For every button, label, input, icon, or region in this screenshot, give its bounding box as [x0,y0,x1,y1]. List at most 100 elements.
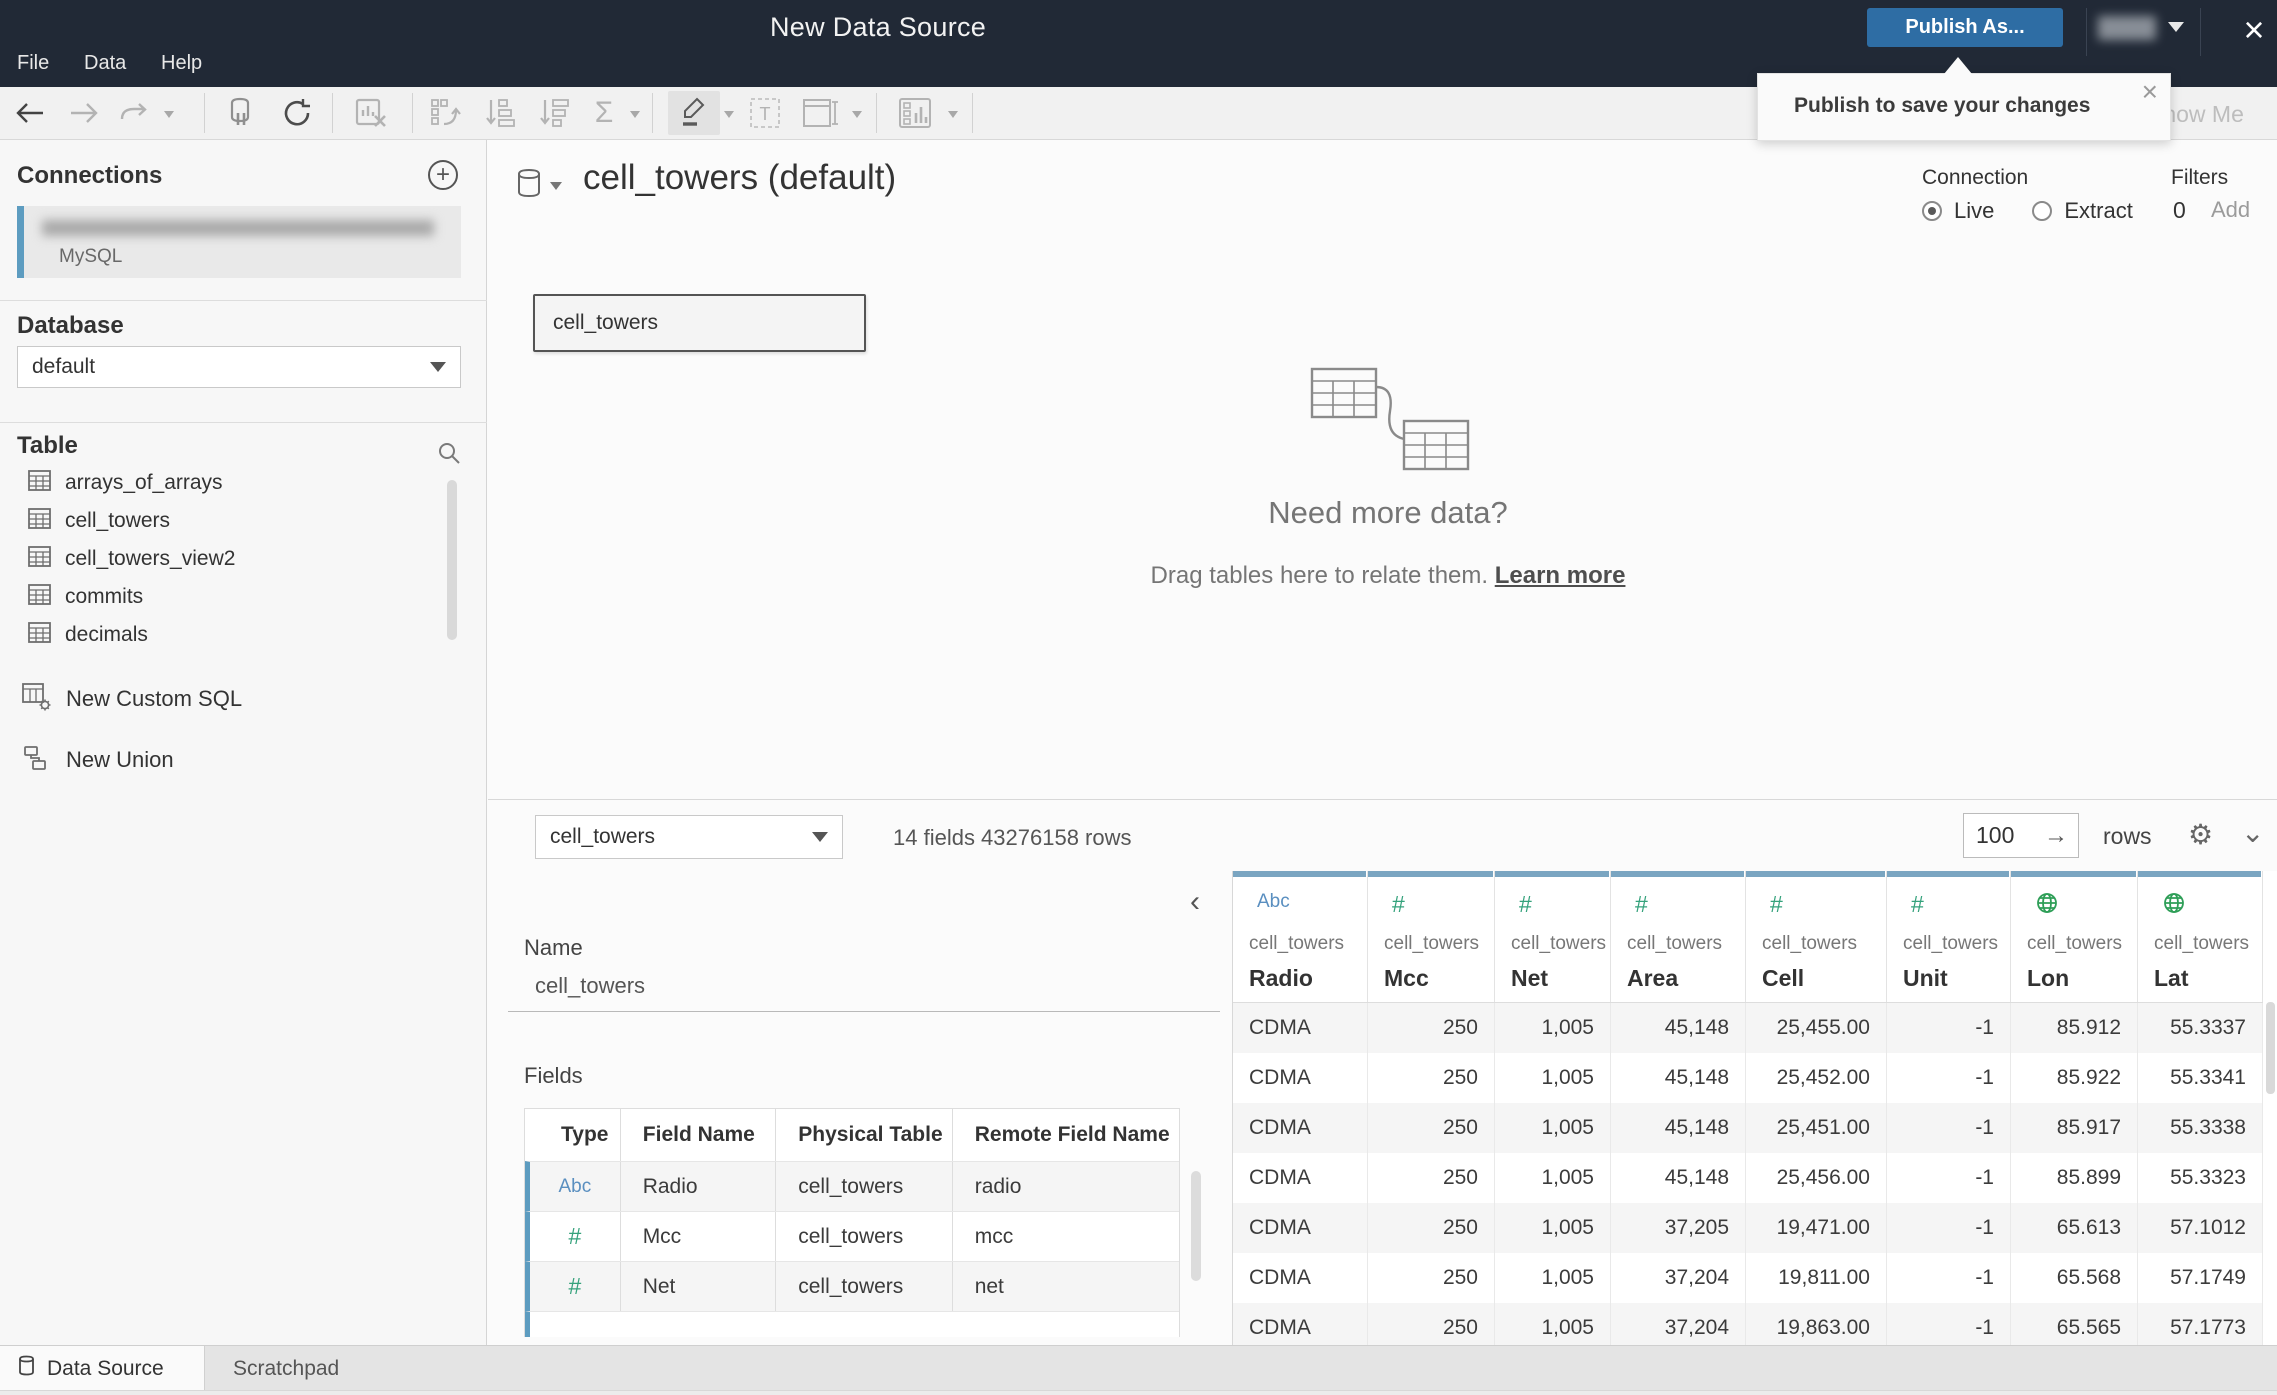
table-list-item[interactable]: commits [0,578,440,616]
datasource-caret-icon[interactable] [550,182,562,190]
sort-ascending-icon[interactable] [476,87,522,139]
column-accent-bar [1495,871,1609,877]
grid-column-header-lat[interactable]: cell_towers Lat [2138,871,2263,1002]
grid-cell: 250 [1368,1053,1495,1103]
sheet-tab-bar: Data Source Scratchpad [0,1345,2277,1391]
window-close-icon[interactable]: × [2232,6,2276,54]
grid-column-header-unit[interactable]: # cell_towers Unit [1887,871,2011,1002]
grid-cell: CDMA [1233,1303,1368,1345]
show-me-caret-icon[interactable] [948,111,958,118]
totals-icon[interactable]: Σ [582,87,626,139]
fields-row[interactable]: # Net cell_towers net [525,1261,1179,1311]
publish-tooltip: Publish to save your changes × [1757,73,2171,141]
fit-icon[interactable] [796,87,846,139]
menu-file[interactable]: File [17,52,49,75]
chevron-down-icon [812,832,828,842]
highlight-icon[interactable] [668,91,720,135]
table-list-item[interactable]: cell_towers_view2 [0,540,440,578]
refresh-icon[interactable] [274,87,320,139]
fields-row[interactable]: # Mcc cell_towers mcc [525,1211,1179,1261]
grid-row[interactable]: CDMA 250 1,005 37,205 19,471.00 -1 65.613 57.10… [1233,1203,2263,1253]
apply-row-count-icon[interactable]: → [2044,822,2068,850]
reset-icon[interactable] [112,87,156,139]
highlight-caret-icon[interactable] [724,111,734,118]
tab-data-source[interactable]: Data Source [0,1346,205,1391]
grid-cell: 1,005 [1495,1003,1611,1053]
menu-data[interactable]: Data [84,52,126,75]
topbar-separator [2200,8,2201,56]
totals-caret-icon[interactable] [630,111,640,118]
name-value[interactable]: cell_towers [535,973,645,999]
pause-updates-icon[interactable] [218,87,264,139]
grid-column-header-net[interactable]: # cell_towers Net [1495,871,1611,1002]
reset-caret-icon[interactable] [164,111,174,118]
tooltip-arrow [1944,57,1972,74]
fit-caret-icon[interactable] [852,111,862,118]
grid-column-header-radio[interactable]: Abc cell_towers Radio [1233,871,1368,1002]
user-menu-caret-icon[interactable] [2168,22,2184,32]
connection-item[interactable]: MySQL [17,206,461,278]
fields-scrollbar-thumb[interactable] [1191,1171,1201,1281]
table-list-item[interactable]: arrays_of_arrays [0,464,440,502]
radio-live[interactable] [1922,201,1942,221]
database-select[interactable]: default [17,346,461,388]
learn-more-link[interactable]: Learn more [1495,562,1626,589]
radio-extract-label[interactable]: Extract [2064,198,2132,224]
grid-cell: 1,005 [1495,1053,1611,1103]
collapse-preview-icon[interactable]: ⌄ [2241,816,2264,849]
fields-row-partial[interactable] [525,1311,1179,1337]
tab-scratchpad[interactable]: Scratchpad [205,1346,470,1391]
row-count-input[interactable]: 100 → [1963,813,2079,858]
text-label-icon[interactable]: T [742,87,788,139]
table-list-item[interactable]: decimals [0,616,440,654]
grid-column-header-mcc[interactable]: # cell_towers Mcc [1368,871,1495,1002]
grid-cell: 57.1012 [2138,1203,2263,1253]
grid-cell: 55.3337 [2138,1003,2263,1053]
column-source: cell_towers [1903,933,1999,954]
table-list-item[interactable]: cell_towers [0,502,440,540]
swap-rows-columns-icon[interactable] [424,87,470,139]
radio-live-label[interactable]: Live [1954,198,1994,224]
grid-cell: 1,005 [1495,1103,1611,1153]
column-name: Area [1627,965,1679,991]
grid-cell: 55.3338 [2138,1103,2263,1153]
sidebar-scrollbar-thumb[interactable] [447,480,457,640]
grid-row[interactable]: CDMA 250 1,005 45,148 25,451.00 -1 85.917 55.33… [1233,1103,2263,1153]
tab-data-source-label: Data Source [47,1356,164,1380]
back-icon[interactable] [8,87,52,139]
add-connection-icon[interactable]: + [428,160,458,190]
grid-row[interactable]: CDMA 250 1,005 37,204 19,811.00 -1 65.568 57.17… [1233,1253,2263,1303]
radio-extract[interactable] [2032,201,2053,221]
tooltip-close-icon[interactable]: × [2142,76,2158,108]
number-type-icon: # [1635,891,1648,917]
grid-row[interactable]: CDMA 250 1,005 45,148 25,452.00 -1 85.922 55.33… [1233,1053,2263,1103]
grid-column-header-area[interactable]: # cell_towers Area [1611,871,1746,1002]
datasource-db-icon[interactable] [516,168,542,205]
grid-row[interactable]: CDMA 250 1,005 45,148 25,456.00 -1 85.899 55.33… [1233,1153,2263,1203]
menu-help[interactable]: Help [161,52,202,75]
table-picker-select[interactable]: cell_towers [535,815,843,859]
filters-add-button[interactable]: Add [2211,197,2250,223]
table-item-label: decimals [65,623,148,646]
filters-label: Filters [2171,166,2229,189]
collapse-panel-icon[interactable]: ‹ [1190,885,1200,919]
gear-icon[interactable]: ⚙ [2188,818,2213,851]
grid-vertical-scrollbar-thumb[interactable] [2266,1002,2275,1094]
publish-as-button[interactable]: Publish As... [1867,8,2063,47]
logical-table-node[interactable]: cell_towers [533,294,866,352]
grid-column-header-lon[interactable]: cell_towers Lon [2011,871,2138,1002]
sort-descending-icon[interactable] [530,87,576,139]
forward-icon[interactable] [62,87,106,139]
user-account-chip[interactable] [2098,16,2156,40]
clear-sheet-icon[interactable] [348,87,394,139]
grid-cell: 65.565 [2011,1303,2138,1345]
grid-row[interactable]: CDMA 250 1,005 45,148 25,455.00 -1 85.912 55.33… [1233,1003,2263,1053]
grid-row[interactable]: CDMA 250 1,005 37,204 19,863.00 -1 65.565 57.17… [1233,1303,2263,1345]
sidebar-action-new-custom-sql[interactable]: New Custom SQL [0,678,440,720]
grid-cell: 25,455.00 [1746,1003,1887,1053]
fields-row[interactable]: Abc Radio cell_towers radio [525,1161,1179,1211]
number-type-icon: # [1770,891,1783,917]
grid-column-header-cell[interactable]: # cell_towers Cell [1746,871,1887,1002]
show-me-icon[interactable] [890,87,940,139]
sidebar-action-new-union[interactable]: New Union [0,739,440,781]
